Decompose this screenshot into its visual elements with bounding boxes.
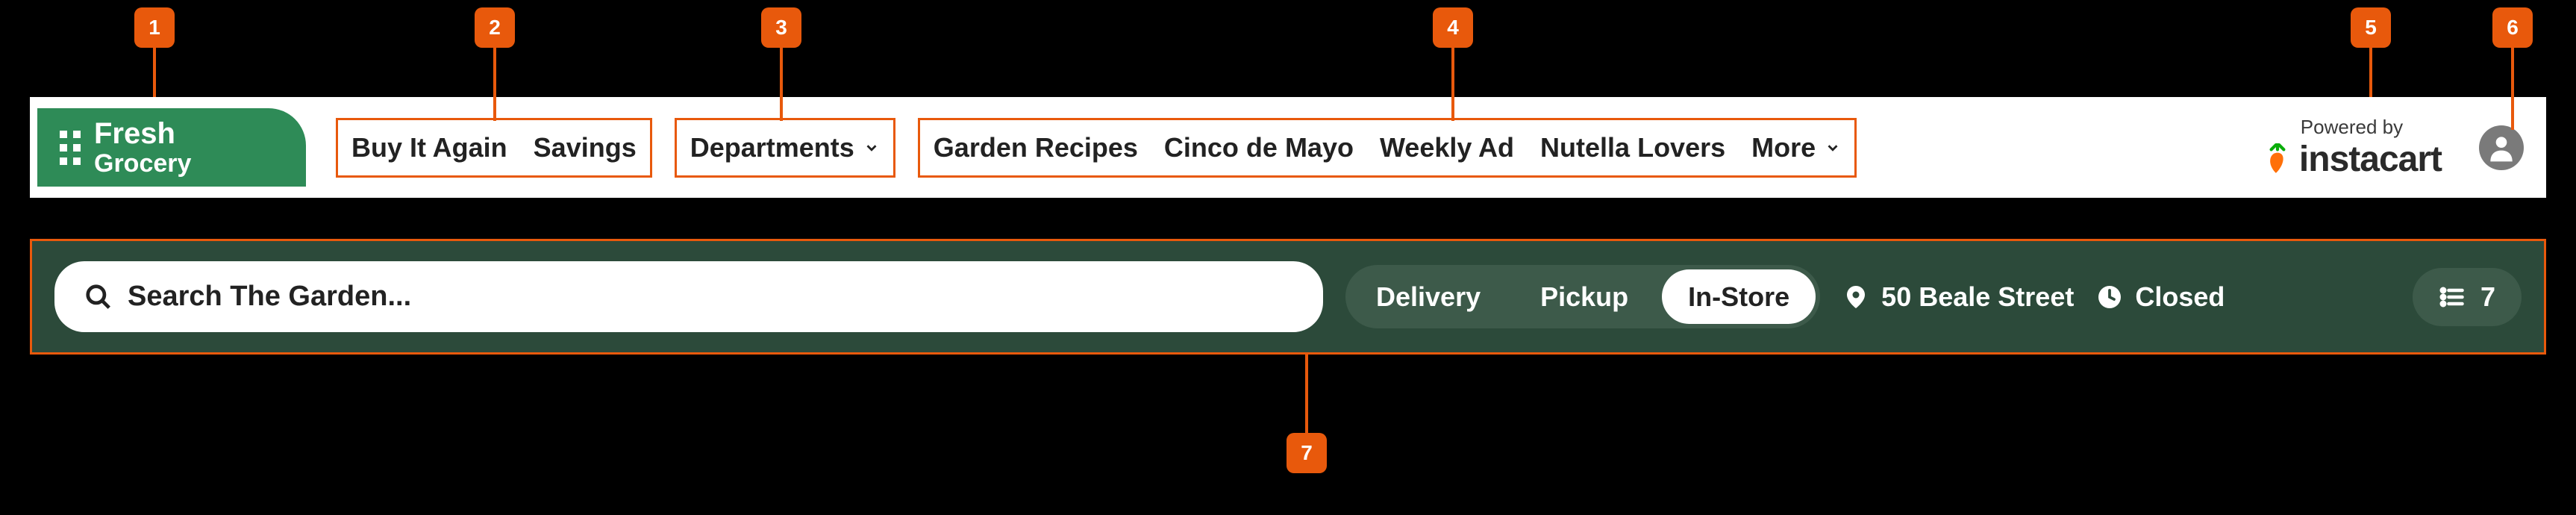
clock-icon [2096,284,2123,310]
powered-by[interactable]: Powered by instacart [2262,116,2442,180]
chevron-down-icon [863,140,880,156]
logo-text: Fresh Grocery [94,117,191,178]
annotation-6: 6 [2492,7,2533,48]
user-account-button[interactable] [2479,125,2524,170]
nav-collection-cinco-de-mayo[interactable]: Cinco de Mayo [1164,132,1354,163]
location-selector[interactable]: 50 Beale Street [1842,281,2074,313]
mode-delivery[interactable]: Delivery [1350,269,1507,324]
search-box[interactable] [54,261,1323,332]
annotation-2: 2 [475,7,515,48]
chevron-down-icon [1825,140,1841,156]
user-icon [2485,131,2518,164]
nav-collection-weekly-ad[interactable]: Weekly Ad [1380,132,1514,163]
nav-collection-nutella-lovers[interactable]: Nutella Lovers [1540,132,1725,163]
nav-shortcuts-group: Buy It Again Savings [336,118,652,178]
annotation-7: 7 [1287,433,1327,473]
powered-by-label: Powered by [2301,116,2403,139]
nav-departments-group: Departments [675,118,895,178]
nav-more[interactable]: More [1751,132,1841,163]
annotation-5: 5 [2351,7,2391,48]
carrot-icon [2262,143,2293,175]
mode-pickup[interactable]: Pickup [1514,269,1654,324]
header-bar: Fresh Grocery Buy It Again Savings Depar… [30,97,2546,198]
search-icon [84,283,113,311]
fulfillment-toggle: Delivery Pickup In-Store [1345,265,1820,328]
logo-icon [60,131,81,165]
location-pin-icon [1842,284,1869,310]
store-logo[interactable]: Fresh Grocery [37,108,306,187]
hours-info[interactable]: Closed [2096,281,2225,313]
list-icon [2439,284,2466,310]
mode-in-store[interactable]: In-Store [1662,269,1816,324]
annotation-3: 3 [761,7,801,48]
nav-collection-garden-recipes[interactable]: Garden Recipes [934,132,1138,163]
sub-header-bar: Delivery Pickup In-Store 50 Beale Street… [30,239,2546,355]
nav-savings[interactable]: Savings [534,132,637,163]
nav-collections-group: Garden Recipes Cinco de Mayo Weekly Ad N… [918,118,1857,178]
nav-departments[interactable]: Departments [690,132,880,163]
nav-buy-it-again[interactable]: Buy It Again [351,132,507,163]
annotation-4: 4 [1433,7,1473,48]
instacart-logo: instacart [2262,139,2442,180]
search-input[interactable] [128,281,1293,313]
annotation-1: 1 [134,7,175,48]
shopping-list-button[interactable]: 7 [2413,268,2522,326]
